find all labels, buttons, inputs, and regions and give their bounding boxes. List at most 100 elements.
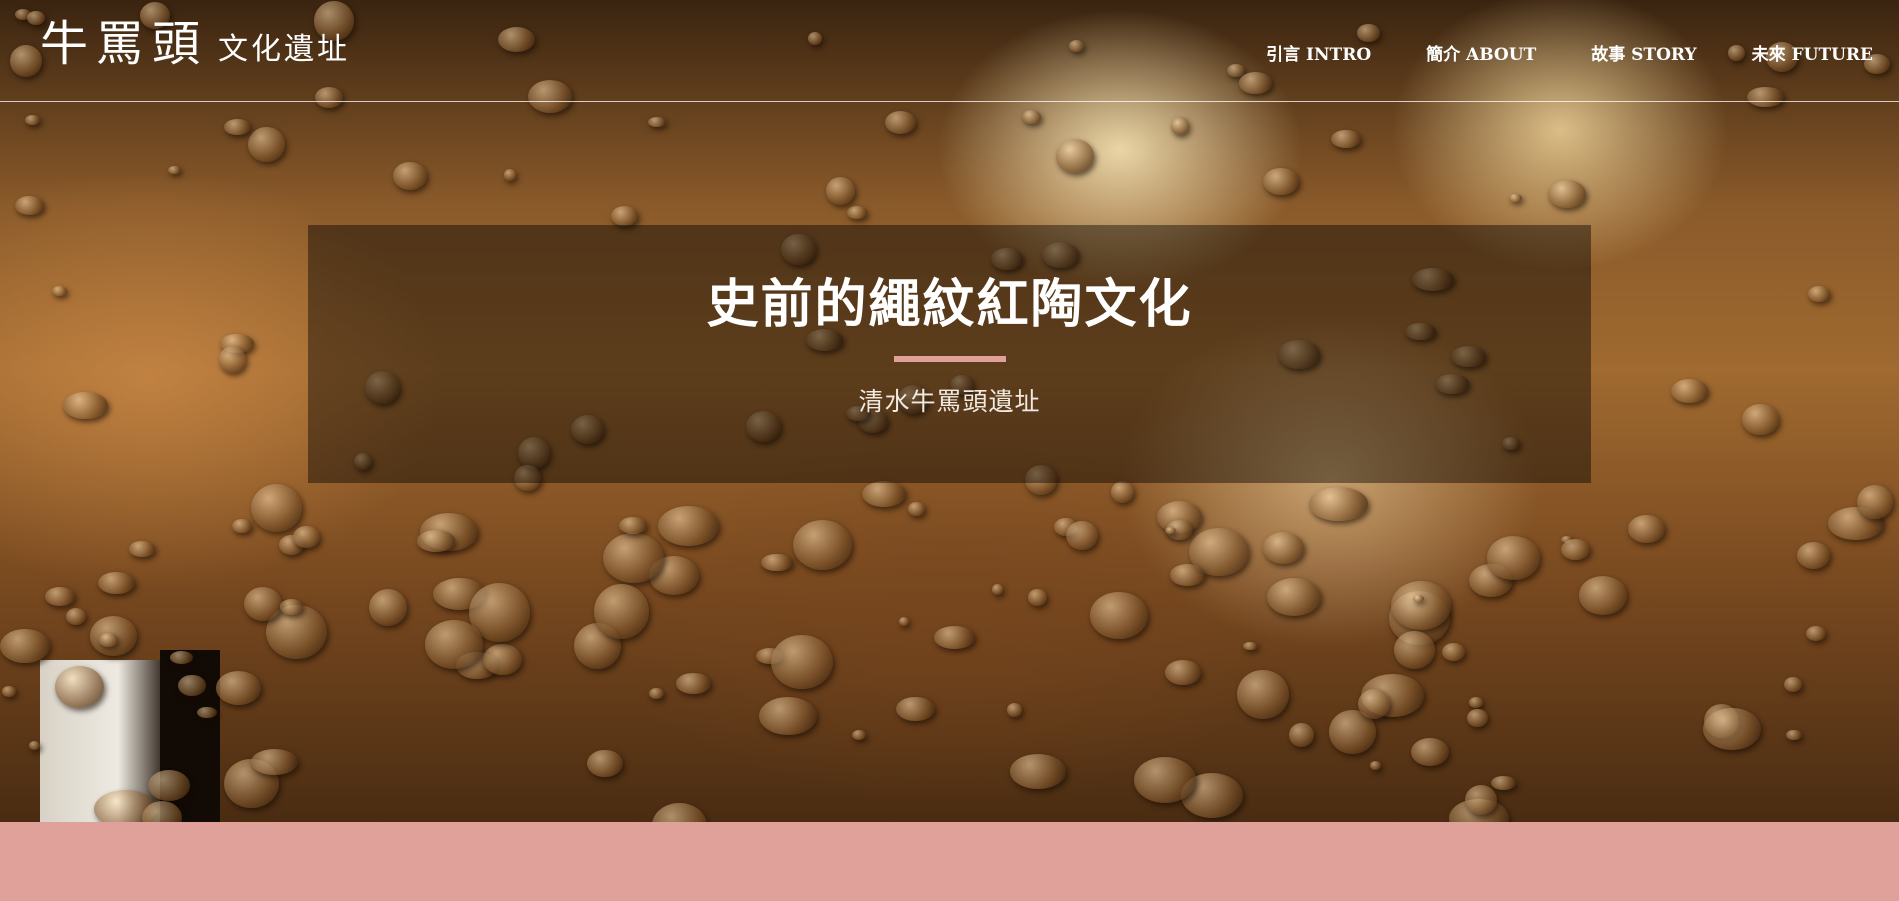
title-divider xyxy=(893,356,1006,362)
rock-stone xyxy=(223,119,251,135)
rock-stone xyxy=(1464,785,1497,815)
main-nav: 引言 INTRO 簡介 ABOUT 故事 STORY 未來 FUTURE xyxy=(1266,40,1873,65)
rock-stone xyxy=(1807,286,1830,302)
rock-stone xyxy=(14,195,44,216)
rock-stone xyxy=(884,110,917,134)
rock-stone xyxy=(1796,542,1830,569)
rock-stone xyxy=(1055,138,1094,173)
rock-stone xyxy=(587,749,623,778)
rock-stone xyxy=(244,587,283,622)
rock-stone xyxy=(218,346,246,373)
rock-stone xyxy=(658,506,720,547)
rock-stone xyxy=(898,616,910,627)
rock-stone xyxy=(1394,630,1435,670)
rock-stone xyxy=(1468,696,1483,708)
rock-stone xyxy=(603,532,664,583)
logo-subtitle: 文化遺址 xyxy=(218,32,351,67)
rock-stone xyxy=(424,620,484,669)
rock-stone xyxy=(1491,775,1516,790)
rock-stone xyxy=(368,589,407,627)
rock-stone xyxy=(1237,669,1289,720)
rock-stone xyxy=(792,519,852,571)
rock-stone xyxy=(907,501,925,517)
rock-stone xyxy=(852,729,867,740)
rock-stone xyxy=(1560,538,1590,561)
rock-stone xyxy=(992,583,1004,595)
rock-stone xyxy=(759,696,818,735)
rock-stone xyxy=(1703,707,1761,751)
rock-stone xyxy=(1267,577,1321,616)
rock-stone xyxy=(1857,485,1893,520)
rock-stone xyxy=(1263,532,1305,564)
rock-stone xyxy=(593,583,650,640)
rock-stone xyxy=(1309,487,1368,521)
nav-item-story[interactable]: 故事 STORY xyxy=(1591,40,1696,65)
nav-item-intro[interactable]: 引言 INTRO xyxy=(1266,40,1371,65)
rock-stone xyxy=(1330,129,1362,149)
rock-stone xyxy=(45,586,75,606)
rock-stone xyxy=(1486,536,1541,580)
section-band xyxy=(0,822,1899,901)
rock-stone xyxy=(279,598,304,615)
rock-stone xyxy=(1021,110,1041,124)
rock-stone xyxy=(503,168,517,181)
rock-stone xyxy=(232,518,253,534)
rock-stone xyxy=(293,526,320,549)
rock-stone xyxy=(66,608,87,626)
rock-stone xyxy=(1170,563,1205,586)
rock-stone xyxy=(1,685,17,697)
rock-stone xyxy=(618,517,647,534)
rock-stone xyxy=(482,643,523,675)
rock-stone xyxy=(63,391,108,420)
rock-stone xyxy=(847,206,867,220)
rock-stone xyxy=(1627,515,1665,543)
rock-stone xyxy=(1391,580,1451,630)
rock-stone xyxy=(416,530,455,552)
rock-stone xyxy=(1805,625,1826,641)
rock-stone xyxy=(1242,642,1258,651)
rock-stone xyxy=(1289,723,1315,748)
rock-stone xyxy=(251,484,303,533)
rock-stone xyxy=(1006,703,1023,717)
rock-stone xyxy=(147,770,191,802)
rock-stone xyxy=(1133,757,1197,803)
rock-stone xyxy=(896,696,935,721)
rock-stone xyxy=(1090,592,1148,639)
rock-stone xyxy=(167,165,181,174)
nav-item-future[interactable]: 未來 FUTURE xyxy=(1752,40,1873,65)
rock-stone xyxy=(97,572,135,594)
rock-stone xyxy=(1263,167,1300,196)
hero-title: 史前的繩紋紅陶文化 xyxy=(706,274,1193,335)
rock-stone xyxy=(1358,689,1390,719)
rock-stone xyxy=(1441,642,1465,662)
rock-stone xyxy=(128,541,156,557)
rock-stone xyxy=(610,205,639,227)
rock-stone xyxy=(1742,404,1779,435)
rock-stone xyxy=(862,481,907,508)
rock-stone xyxy=(826,177,856,205)
rock-stone xyxy=(1369,760,1382,771)
nav-item-about[interactable]: 簡介 ABOUT xyxy=(1426,40,1536,65)
rock-stone xyxy=(98,632,118,647)
rock-stone xyxy=(676,673,711,694)
rock-stone xyxy=(196,706,217,719)
rock-stone xyxy=(1066,520,1098,550)
rock-stone xyxy=(934,626,975,649)
logo-title: 牛罵頭 xyxy=(40,16,209,72)
rock-stone xyxy=(392,162,428,191)
rock-stone xyxy=(761,553,793,572)
rock-stone xyxy=(1111,481,1134,504)
rock-stone xyxy=(1170,116,1189,135)
rock-stone xyxy=(28,741,40,750)
rock-stone xyxy=(1164,659,1202,685)
rock-stone xyxy=(1548,179,1586,209)
hero-banner: 史前的繩紋紅陶文化 清水牛罵頭遺址 xyxy=(308,225,1591,483)
rock-stone xyxy=(1671,379,1708,404)
rock-stone xyxy=(1009,754,1067,789)
rock-stone xyxy=(1411,738,1449,767)
rock-stone xyxy=(1508,193,1522,203)
rock-stone xyxy=(55,666,105,709)
site-logo[interactable]: 牛罵頭 文化遺址 xyxy=(40,20,350,68)
rock-stone xyxy=(216,671,262,705)
rock-stone xyxy=(251,749,298,776)
